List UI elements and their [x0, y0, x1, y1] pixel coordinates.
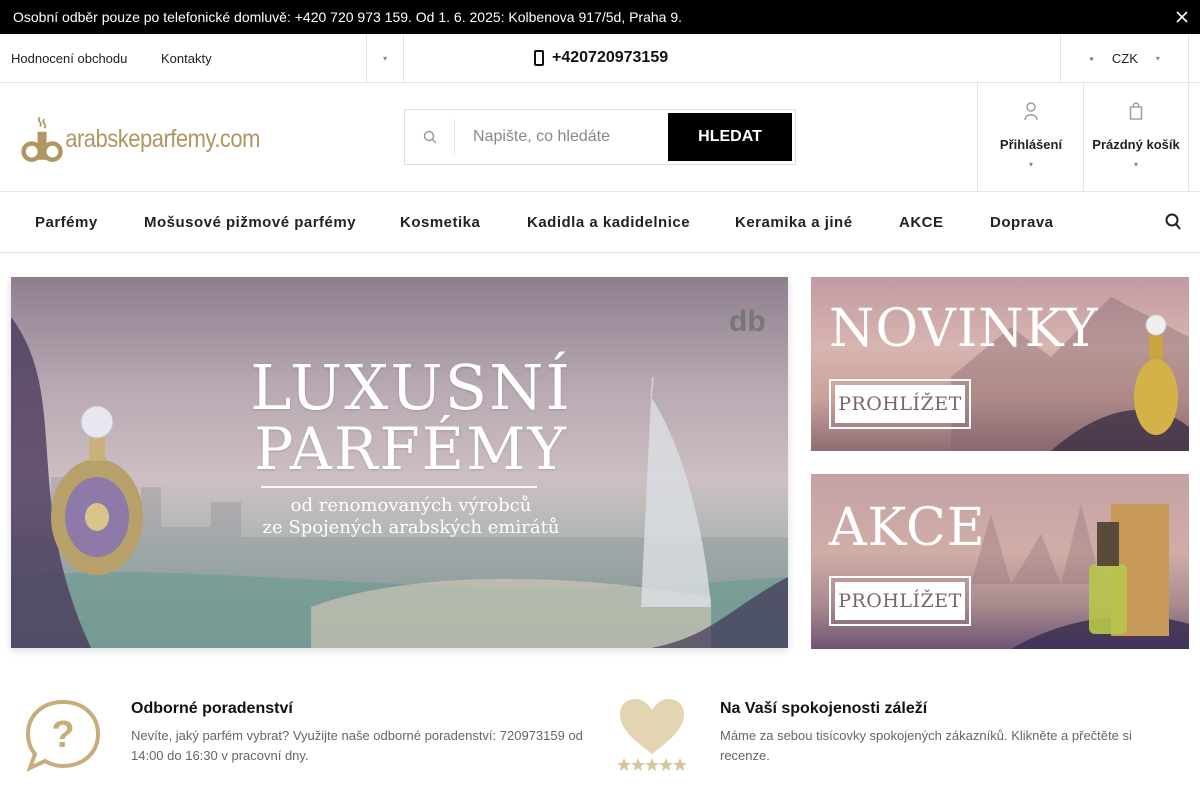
- nav-item-incense[interactable]: Kadidla a kadidelnice: [527, 192, 690, 252]
- search-button[interactable]: HLEDAT: [668, 113, 792, 161]
- nav-item-cosmetics[interactable]: Kosmetika: [400, 192, 480, 252]
- benefit-advice[interactable]: ? Odborné poradenství Nevíte, jaký parfé…: [20, 690, 600, 780]
- login-button[interactable]: Přihlášení ▾: [977, 83, 1084, 191]
- akce-browse-label: PROHLÍŽET: [835, 582, 965, 620]
- info-bar: Osobní odběr pouze po telefonické domluv…: [0, 0, 1200, 34]
- hero-subtitle-line-2: ze Spojených arabských emirátů: [262, 517, 560, 538]
- novinky-title: NOVINKY: [829, 299, 1099, 359]
- info-bar-text: Osobní odběr pouze po telefonické domluv…: [13, 9, 682, 25]
- search-form: HLEDAT: [404, 109, 796, 165]
- chevron-down-icon: ▾: [382, 53, 387, 63]
- nav-item-shipping[interactable]: Doprava: [990, 192, 1054, 252]
- nav-item-ceramics[interactable]: Keramika a jiné: [735, 192, 853, 252]
- novinky-browse-label: PROHLÍŽET: [835, 385, 965, 423]
- hero-divider: [261, 486, 537, 488]
- svg-text:db: db: [729, 305, 766, 338]
- search-input[interactable]: [455, 117, 663, 157]
- nav-item-parfemy[interactable]: Parfémy: [35, 192, 98, 252]
- search-icon[interactable]: [1164, 212, 1182, 232]
- header-phone-number: +420720973159: [552, 49, 669, 66]
- site-logo[interactable]: arabskeparfemy.com: [20, 111, 260, 167]
- benefit-advice-title: Odborné poradenství: [131, 700, 293, 717]
- site-header: arabskeparfemy.com HLEDAT Přihlášení ▾ P…: [0, 83, 1200, 192]
- svg-text:?: ?: [51, 714, 74, 756]
- user-icon: [1024, 102, 1038, 121]
- heart-rating-icon: [617, 699, 687, 771]
- logo-icon: [21, 116, 63, 162]
- benefit-advice-desc: Nevíte, jaký parfém vybrat? Využijte naš…: [131, 728, 583, 763]
- link-contacts[interactable]: Kontakty: [161, 34, 212, 82]
- main-nav: Parfémy Mošusové pižmové parfémy Kosmeti…: [0, 192, 1200, 253]
- benefit-satisfaction-title: Na Vaší spokojenosti záleží: [720, 700, 928, 717]
- cart-button[interactable]: Prázdný košík ▾: [1083, 83, 1189, 191]
- nav-item-akce[interactable]: AKCE: [899, 192, 944, 252]
- question-bubble-icon: ?: [25, 699, 101, 772]
- novinky-browse-button[interactable]: PROHLÍŽET: [829, 379, 971, 429]
- cart-icon: [1129, 102, 1143, 120]
- nav-item-musk-perfumes[interactable]: Mošusové pižmové parfémy: [144, 192, 356, 252]
- header-phone[interactable]: +420720973159: [534, 34, 668, 82]
- utility-bar: Hodnocení obchodu Kontakty ▾ +4207209731…: [0, 34, 1200, 83]
- currency-value: CZK: [1111, 50, 1138, 66]
- chevron-down-icon: ▾: [1155, 53, 1160, 63]
- more-links-dropdown[interactable]: ▾: [366, 34, 404, 82]
- chevron-down-icon: ▾: [1028, 160, 1033, 169]
- currency-selector[interactable]: ● CZK ▾: [1060, 34, 1189, 82]
- hero-title-line-2: PARFÉMY: [254, 415, 568, 483]
- close-icon[interactable]: [1172, 7, 1192, 27]
- cart-label: Prázdný košík: [1092, 137, 1180, 152]
- search-icon: [405, 119, 455, 155]
- akce-browse-button[interactable]: PROHLÍŽET: [829, 576, 971, 626]
- hero-title-line-1: LUXUSNÍ: [250, 351, 572, 424]
- currency-icon: ●: [1089, 53, 1094, 63]
- login-label: Přihlášení: [999, 137, 1063, 152]
- phone-icon: [534, 50, 544, 66]
- benefit-satisfaction[interactable]: Na Vaší spokojenosti záleží Máme za sebo…: [610, 690, 1190, 780]
- akce-title: AKCE: [829, 498, 986, 558]
- benefit-satisfaction-desc: Máme za sebou tisícovky spokojených záka…: [720, 728, 1132, 763]
- hero-banner[interactable]: db LUXUSNÍ PARFÉMY od renomovaných výrob…: [11, 277, 788, 648]
- novinky-banner[interactable]: NOVINKY PROHLÍŽET: [811, 277, 1189, 451]
- hero-subtitle-line-1: od renomovaných výrobců: [290, 495, 532, 516]
- logo-text: arabskeparfemy.com: [65, 124, 260, 153]
- chevron-down-icon: ▾: [1133, 160, 1138, 169]
- akce-banner[interactable]: AKCE PROHLÍŽET: [811, 474, 1189, 649]
- link-store-rating[interactable]: Hodnocení obchodu: [11, 34, 127, 82]
